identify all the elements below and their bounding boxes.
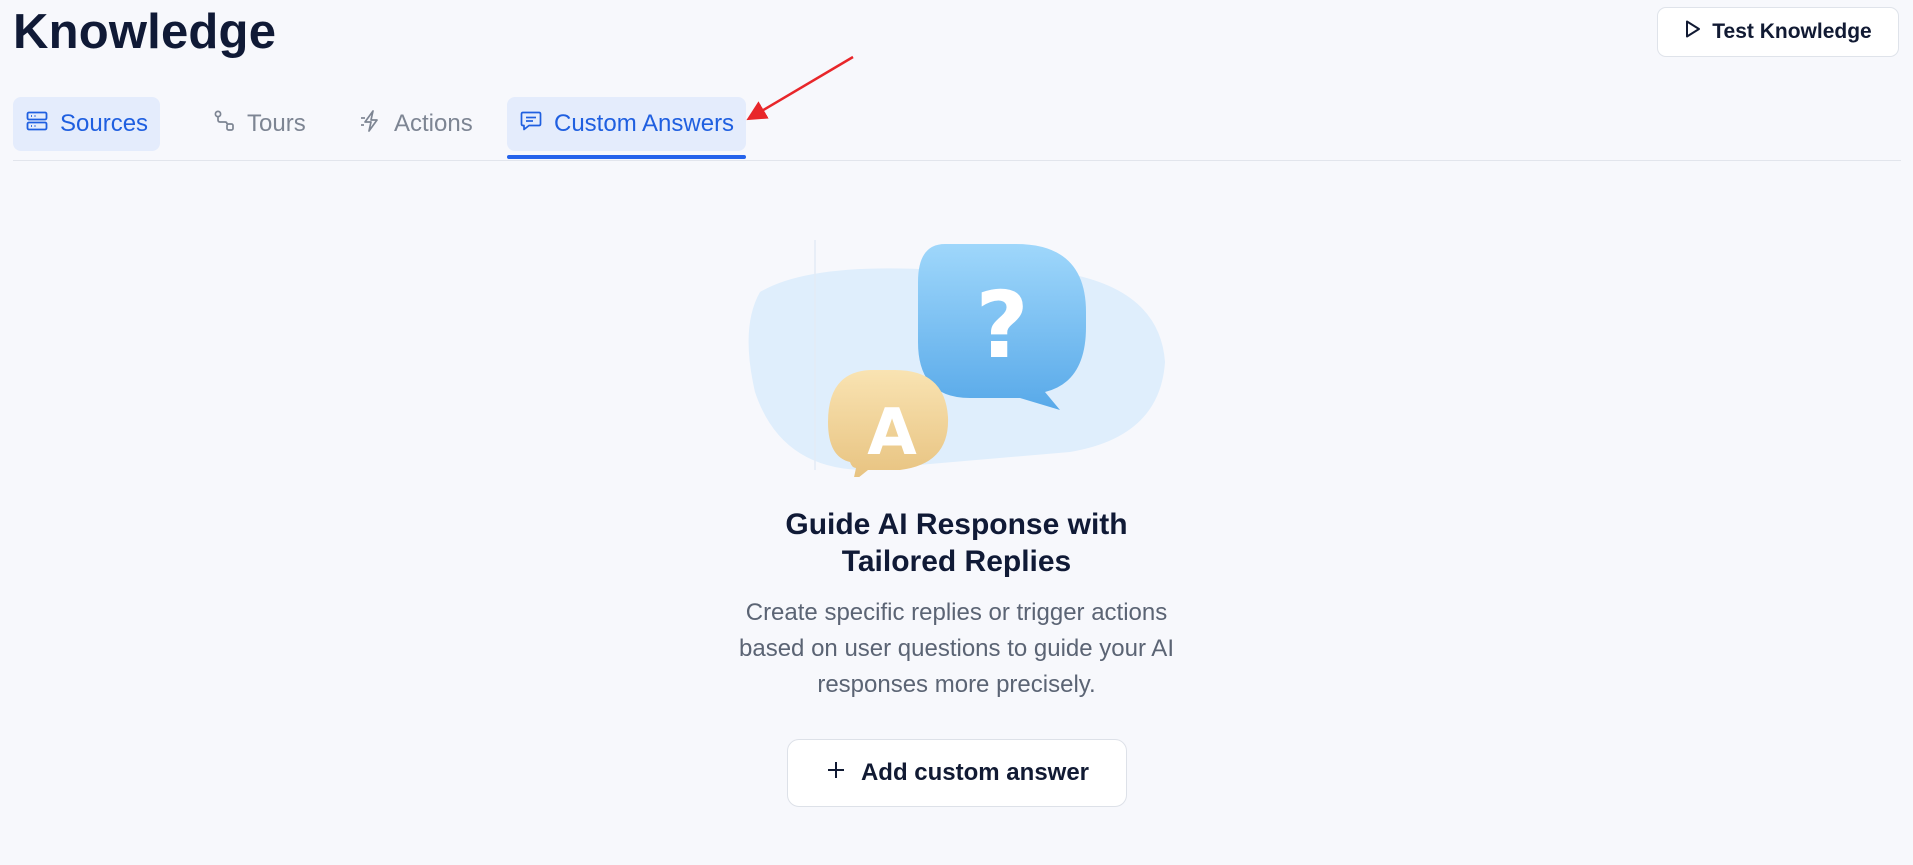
description-line-3: responses more precisely. [817, 671, 1096, 698]
description-line-2: based on user questions to guide your AI [739, 635, 1174, 662]
plus-icon [825, 759, 847, 788]
tab-sources[interactable]: Sources [13, 97, 161, 151]
question-bubble: ? [918, 244, 1086, 410]
headline-line-2: Tailored Replies [841, 545, 1072, 578]
tab-sources-label: Sources [60, 110, 149, 137]
empty-state-description: Create specific replies or trigger actio… [0, 595, 1913, 703]
add-custom-answer-label: Add custom answer [860, 759, 1090, 786]
play-icon [1684, 19, 1702, 45]
custom-answers-illustration: ? A [748, 240, 1165, 477]
page-title: Knowledge [13, 5, 277, 59]
description-line-1: Create specific replies or trigger actio… [745, 599, 1168, 626]
tab-actions-label: Actions [394, 110, 473, 137]
message-square-icon [519, 109, 543, 140]
tab-actions[interactable]: Actions [347, 97, 485, 151]
test-knowledge-label: Test Knowledge [1712, 20, 1872, 43]
test-knowledge-button[interactable]: Test Knowledge [1657, 7, 1899, 57]
question-mark-text: ? [975, 272, 1028, 379]
route-icon [212, 109, 236, 140]
add-custom-answer-button[interactable]: Add custom answer [787, 739, 1127, 807]
tab-custom-answers[interactable]: Custom Answers [507, 97, 747, 159]
zap-icon [359, 109, 383, 140]
tab-custom-answers-label: Custom Answers [554, 110, 735, 137]
knowledge-tabs: Sources Tours Actions Custom Answers [13, 97, 1901, 161]
answer-letter-text: A [867, 396, 917, 470]
database-icon [25, 109, 49, 140]
annotation-arrow [746, 55, 854, 121]
headline-line-1: Guide AI Response with [785, 508, 1128, 541]
tab-tours[interactable]: Tours [200, 97, 318, 151]
empty-state-headline: Guide AI Response with Tailored Replies [0, 506, 1913, 580]
tab-tours-label: Tours [247, 110, 306, 137]
